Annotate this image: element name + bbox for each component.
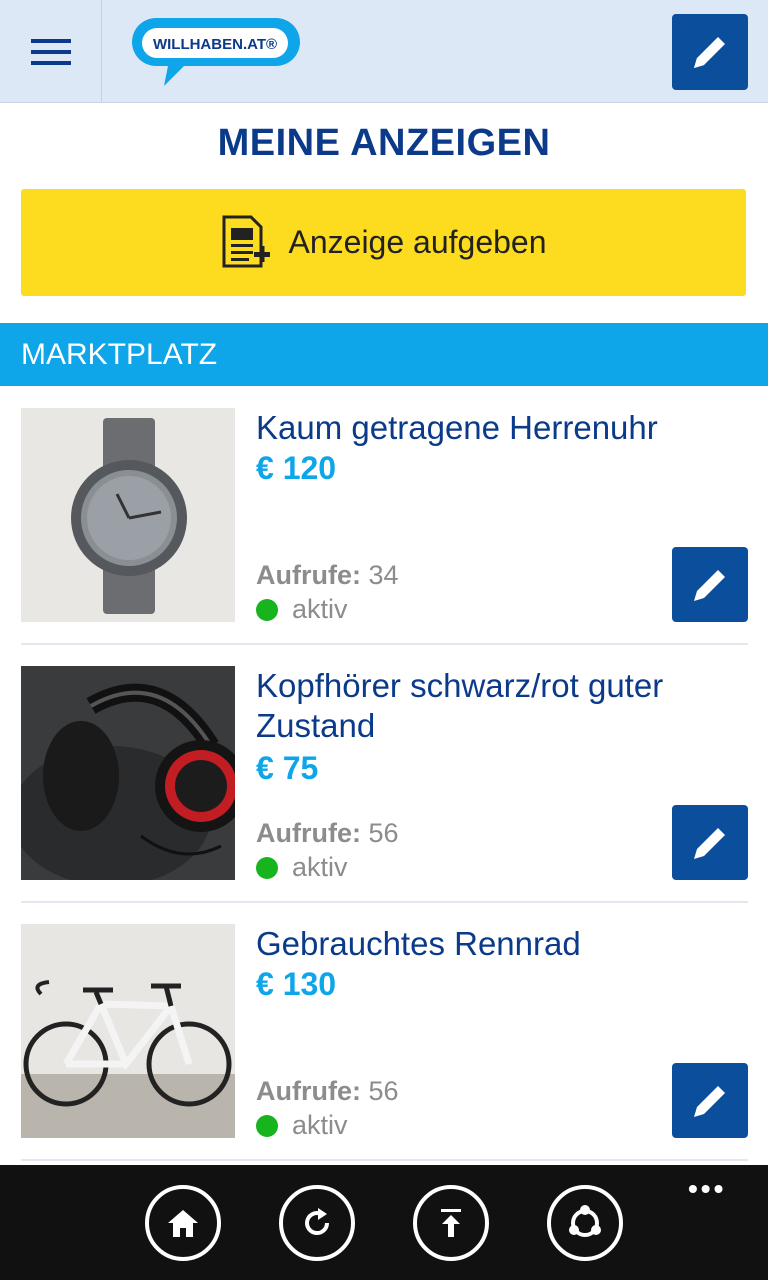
listing-status: aktiv [256,852,348,883]
views-label: Aufrufe: [256,560,361,590]
upload-button[interactable] [413,1185,489,1261]
listing-views: Aufrufe: 34 [256,560,399,591]
home-icon [168,1210,198,1237]
share-button[interactable] [547,1185,623,1261]
status-dot [256,856,278,879]
status-text: aktiv [292,1110,348,1140]
listing-item[interactable]: Kopfhörer schwarz/rot guter Zustand € 75… [0,666,768,923]
listing-price: € 130 [256,966,337,1002]
willhaben-logo[interactable]: WILLHABEN.AT® [128,14,303,90]
wristwatch-photo[interactable] [21,408,235,622]
listing-price: € 120 [256,450,337,486]
edit-listing-button[interactable] [672,805,748,880]
pencil-icon [694,827,725,859]
share-icon [569,1205,601,1237]
views-label: Aufrufe: [256,1076,361,1106]
refresh-icon [305,1208,330,1236]
menu-button[interactable] [0,0,102,103]
listing-title[interactable]: Kaum getragene Herrenuhr [256,408,716,448]
section-header-marktplatz: MARKTPLATZ [0,323,768,386]
hamburger-menu-icon [30,38,71,65]
upload-icon [441,1209,461,1237]
listing-item[interactable]: Gebrauchtes Rennrad € 130 Aufrufe: 56 ak… [0,924,768,1181]
listing-title[interactable]: Gebrauchtes Rennrad [256,924,716,964]
headphones-photo[interactable] [21,666,235,880]
app-bar: ••• [0,1165,768,1280]
divider [21,1159,748,1161]
refresh-button[interactable] [279,1185,355,1261]
listing-views: Aufrufe: 56 [256,1076,399,1107]
listing-views: Aufrufe: 56 [256,818,399,849]
status-text: aktiv [292,594,348,624]
create-ad-button[interactable]: Anzeige aufgeben [21,189,746,296]
pencil-icon [694,37,725,68]
views-count: 56 [368,1076,399,1106]
edit-listing-button[interactable] [672,547,748,622]
listing-item[interactable]: Kaum getragene Herrenuhr € 120 Aufrufe: … [0,408,768,665]
status-dot [256,598,278,621]
logo-text: WILLHABEN.AT® [153,36,277,53]
status-dot [256,1114,278,1137]
views-count: 56 [368,818,399,848]
views-label: Aufrufe: [256,818,361,848]
status-text: aktiv [292,852,348,882]
more-options-button[interactable]: ••• [688,1173,726,1205]
home-button[interactable] [145,1185,221,1261]
listing-status: aktiv [256,1110,348,1141]
app-header: WILLHABEN.AT® [0,0,768,103]
listing-price: € 75 [256,750,319,786]
page-title: MEINE ANZEIGEN [217,122,551,164]
edit-listing-button[interactable] [672,1063,748,1138]
road-bike-photo[interactable] [21,924,235,1138]
divider [21,643,748,645]
views-count: 34 [368,560,399,590]
pencil-icon [694,569,725,601]
divider [21,901,748,903]
document-add-icon [222,215,270,267]
listing-status: aktiv [256,594,348,625]
listing-title[interactable]: Kopfhörer schwarz/rot guter Zustand [256,666,716,746]
edit-button[interactable] [672,14,748,90]
pencil-icon [694,1085,725,1117]
create-ad-label: Anzeige aufgeben [288,224,547,260]
